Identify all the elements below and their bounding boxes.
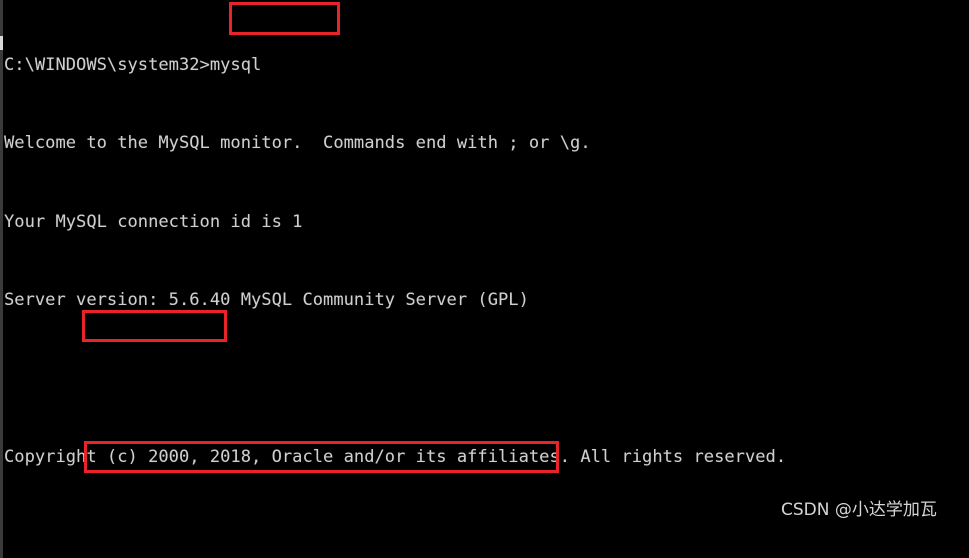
console-line-server-version: Server version: 5.6.40 MySQL Community S… bbox=[4, 290, 529, 311]
terminal-window[interactable]: C:\WINDOWS\system32>mysql Welcome to the… bbox=[0, 0, 969, 558]
console-line-blank-2 bbox=[4, 522, 969, 548]
console-line-windows-prompt: C:\WINDOWS\system32>mysql bbox=[4, 55, 262, 76]
console-line-blank-1 bbox=[4, 365, 969, 391]
scrollbar-track[interactable] bbox=[0, 0, 3, 558]
console-output: C:\WINDOWS\system32>mysql Welcome to the… bbox=[4, 0, 969, 558]
console-line-copyright: Copyright (c) 2000, 2018, Oracle and/or … bbox=[4, 446, 787, 467]
csdn-watermark: CSDN @小达学加瓦 bbox=[781, 500, 937, 520]
console-line-welcome: Welcome to the MySQL monitor. Commands e… bbox=[4, 133, 591, 154]
scrollbar-thumb[interactable] bbox=[0, 36, 3, 50]
console-line-connection-id: Your MySQL connection id is 1 bbox=[4, 211, 303, 232]
